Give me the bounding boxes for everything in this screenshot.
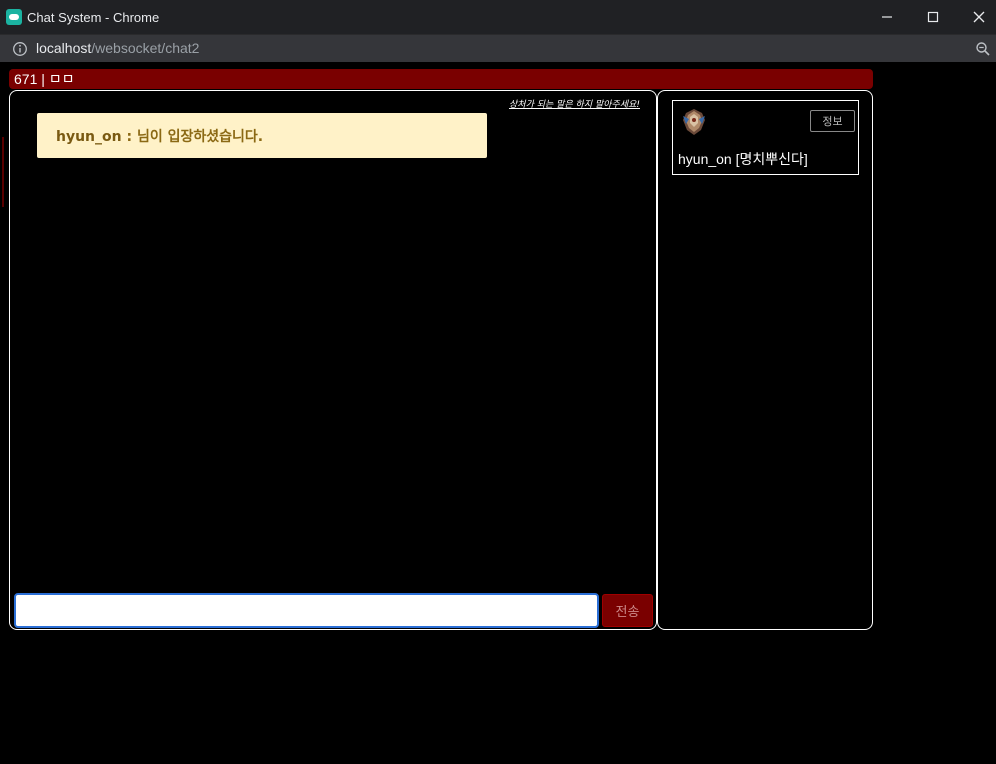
url-text[interactable]: localhost/websocket/chat2 [36, 40, 199, 56]
user-list-panel: 정보 hyun_on [명치뿌신다] [657, 90, 873, 630]
zoom-icon[interactable] [975, 41, 991, 57]
chat-message: hyun_on : 님이 입장하셨습니다. [37, 113, 487, 158]
chat-panel: 상처가 되는 말은 하지 말아주세요! hyun_on : 님이 입장하셨습니다… [9, 90, 657, 630]
url-host: localhost [36, 40, 92, 56]
user-info-button[interactable]: 정보 [810, 110, 855, 132]
message-text: 님이 입장하셨습니다. [136, 129, 264, 145]
message-input[interactable] [14, 593, 599, 628]
chat-notice: 상처가 되는 말은 하지 말아주세요! [509, 100, 640, 110]
close-icon[interactable] [967, 6, 991, 28]
page-content: 671 | ㅁㅁ 상처가 되는 말은 하지 말아주세요! hyun_on : 님… [2, 62, 996, 764]
message-user: hyun_on [56, 129, 122, 145]
url-path: /websocket/chat2 [91, 40, 200, 56]
left-edge-accent [2, 137, 4, 207]
window-titlebar: Chat System - Chrome [0, 0, 996, 34]
rank-emblem-icon [683, 109, 705, 135]
user-card: 정보 hyun_on [명치뿌신다] [672, 100, 859, 175]
maximize-icon[interactable] [921, 6, 945, 28]
send-button[interactable]: 전송 [602, 594, 653, 627]
info-icon[interactable] [12, 41, 28, 57]
message-separator: : [121, 129, 137, 145]
address-bar[interactable]: localhost/websocket/chat2 [0, 34, 996, 62]
user-name: hyun_on [명치뿌신다] [678, 151, 808, 167]
minimize-icon[interactable] [875, 6, 899, 28]
window-title: Chat System - Chrome [27, 10, 160, 25]
room-title-bar: 671 | ㅁㅁ [9, 69, 873, 89]
cloud-app-icon [6, 9, 22, 25]
